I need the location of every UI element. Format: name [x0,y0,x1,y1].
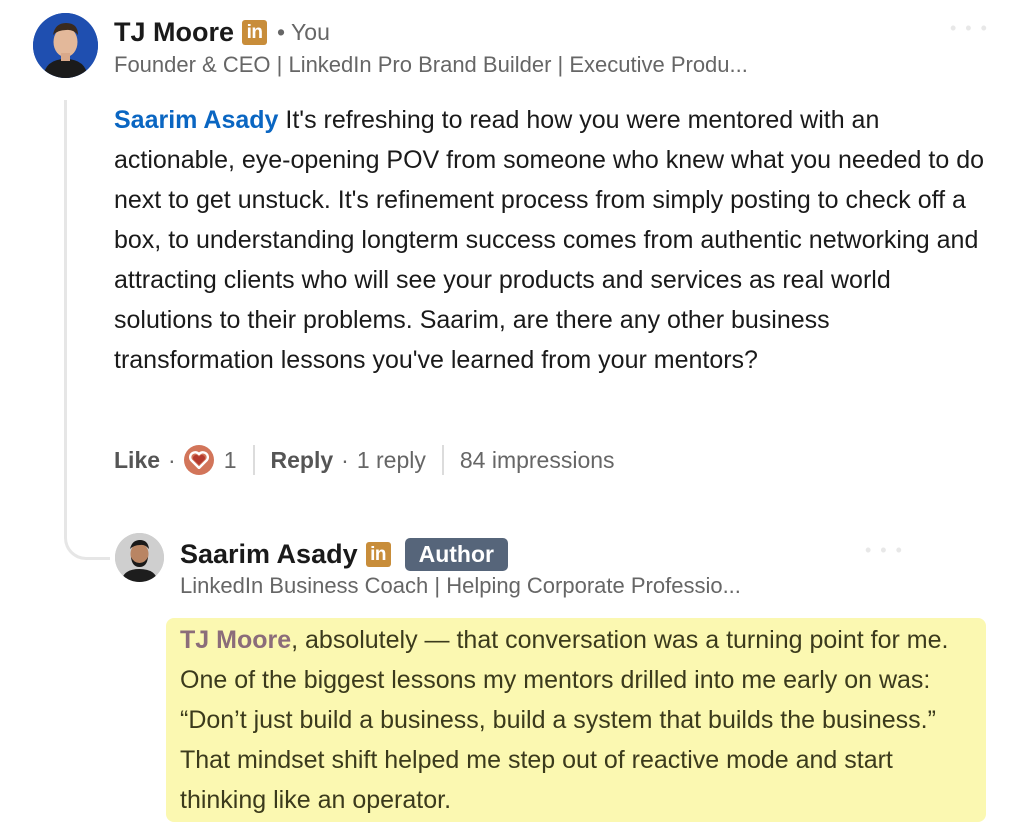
reply-count-link[interactable]: 1 reply [357,447,426,474]
more-options-icon[interactable]: • • • [950,18,989,39]
avatar-saarim-asady[interactable] [115,533,164,582]
separator-dot: · [168,446,176,473]
comment-actions-bar: Like · 1 Reply · 1 reply 84 impressions [114,440,615,480]
comment-text: It's refreshing to read how you were men… [114,106,984,374]
separator-dot: · [341,446,349,473]
comment-author-name[interactable]: TJ Moore [114,17,234,48]
reply-author-headline: LinkedIn Business Coach | Helping Corpor… [180,573,741,598]
divider [441,445,444,475]
comment-author-row: TJ Moore in • You [114,14,330,50]
impressions-count[interactable]: 84 impressions [460,447,615,474]
avatar-tj-moore[interactable] [33,13,98,78]
mention-link[interactable]: TJ Moore [180,626,291,654]
linkedin-icon: in [365,541,391,567]
mention-link[interactable]: Saarim Asady [114,106,278,134]
profile-photo-icon [33,13,98,78]
linkedin-icon: in [242,19,268,45]
heart-reaction-icon[interactable] [183,445,214,475]
profile-photo-icon [115,533,164,582]
author-badge: Author [404,537,508,571]
comment-author-headline: Founder & CEO | LinkedIn Pro Brand Build… [114,52,748,77]
reply-text: , absolutely — that conversation was a t… [180,626,949,814]
reply-body: TJ Moore, absolutely — that conversation… [180,620,985,820]
reaction-count[interactable]: 1 [224,447,237,474]
more-options-icon[interactable]: • • • [865,540,904,561]
connection-degree: • You [277,18,330,45]
divider [252,445,255,475]
reply-button[interactable]: Reply [271,447,334,474]
thread-connector-line [64,100,110,560]
reply-author-row: Saarim Asady in Author [180,536,508,572]
like-button[interactable]: Like [114,447,160,474]
reply-author-name[interactable]: Saarim Asady [180,539,358,570]
comment-body: Saarim Asady It's refreshing to read how… [114,100,994,380]
